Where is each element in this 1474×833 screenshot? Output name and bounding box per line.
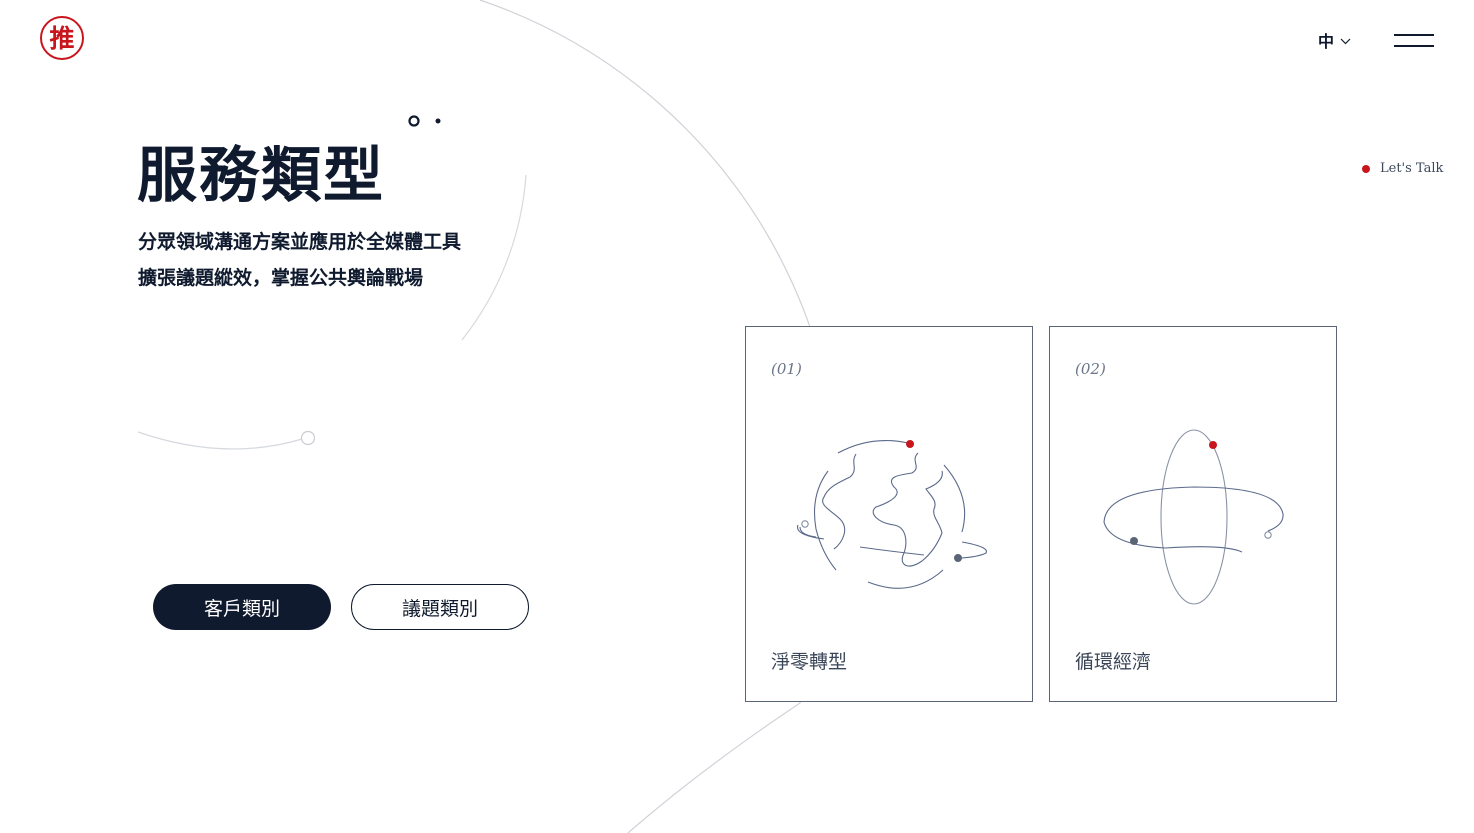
card-number: (02) xyxy=(1075,360,1106,378)
page-subtitle: 分眾領域溝通方案並應用於全媒體工具 擴張議題縱效，掌握公共輿論戰場 xyxy=(138,224,461,296)
logo[interactable]: 推 xyxy=(40,16,84,60)
red-dot-icon xyxy=(1362,164,1370,173)
tab-client-category[interactable]: 客戶類別 xyxy=(153,584,331,630)
card-title: 淨零轉型 xyxy=(771,651,848,673)
globe-icon xyxy=(796,440,988,589)
hamburger-menu-icon[interactable] xyxy=(1394,32,1434,48)
language-selector[interactable]: 中 xyxy=(1318,28,1351,52)
language-label: 中 xyxy=(1318,32,1335,51)
card-number: (01) xyxy=(771,360,802,378)
page-title: 服務類型 xyxy=(137,141,385,211)
tab-issue-category[interactable]: 議題類別 xyxy=(351,584,529,630)
card-title: 循環經濟 xyxy=(1075,651,1152,673)
service-card-net-zero[interactable]: (01) 淨零轉型 xyxy=(745,326,1033,702)
subtitle-line-2: 擴張議題縱效，掌握公共輿論戰場 xyxy=(138,267,424,289)
lets-talk-label: Let's Talk xyxy=(1380,161,1444,176)
logo-mark: 推 xyxy=(49,23,75,53)
lets-talk-link[interactable]: Let's Talk xyxy=(1362,161,1443,176)
chevron-down-icon xyxy=(1340,38,1351,44)
orbit-icon xyxy=(1103,429,1284,605)
service-card-circular-economy[interactable]: (02) 循環經濟 xyxy=(1049,326,1337,702)
subtitle-line-1: 分眾領域溝通方案並應用於全媒體工具 xyxy=(138,231,462,253)
